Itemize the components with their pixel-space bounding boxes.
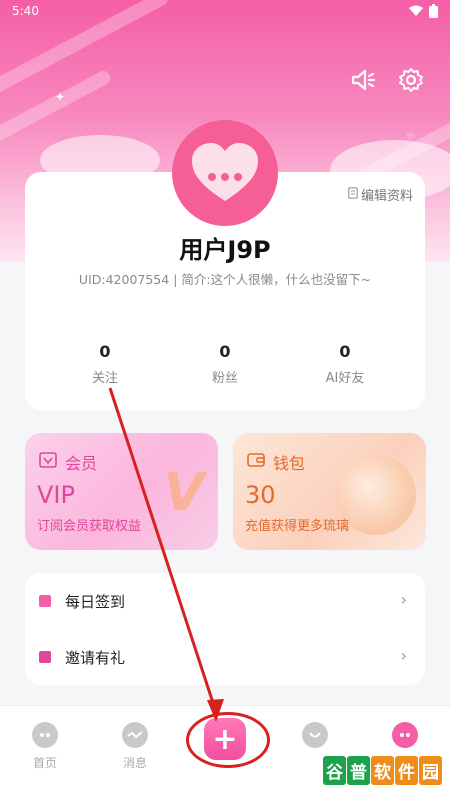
watermark-char: 件 (395, 756, 418, 785)
watermark-char: 普 (347, 756, 370, 785)
watermark-char: 谷 (323, 756, 346, 785)
watermark-logo: 谷 普 软 件 园 (323, 756, 442, 785)
avatar[interactable] (172, 120, 278, 226)
watermark-char: 园 (419, 756, 442, 785)
watermark-char: 软 (371, 756, 394, 785)
annotation-circle (186, 712, 270, 768)
heart-chat-icon (192, 143, 258, 201)
